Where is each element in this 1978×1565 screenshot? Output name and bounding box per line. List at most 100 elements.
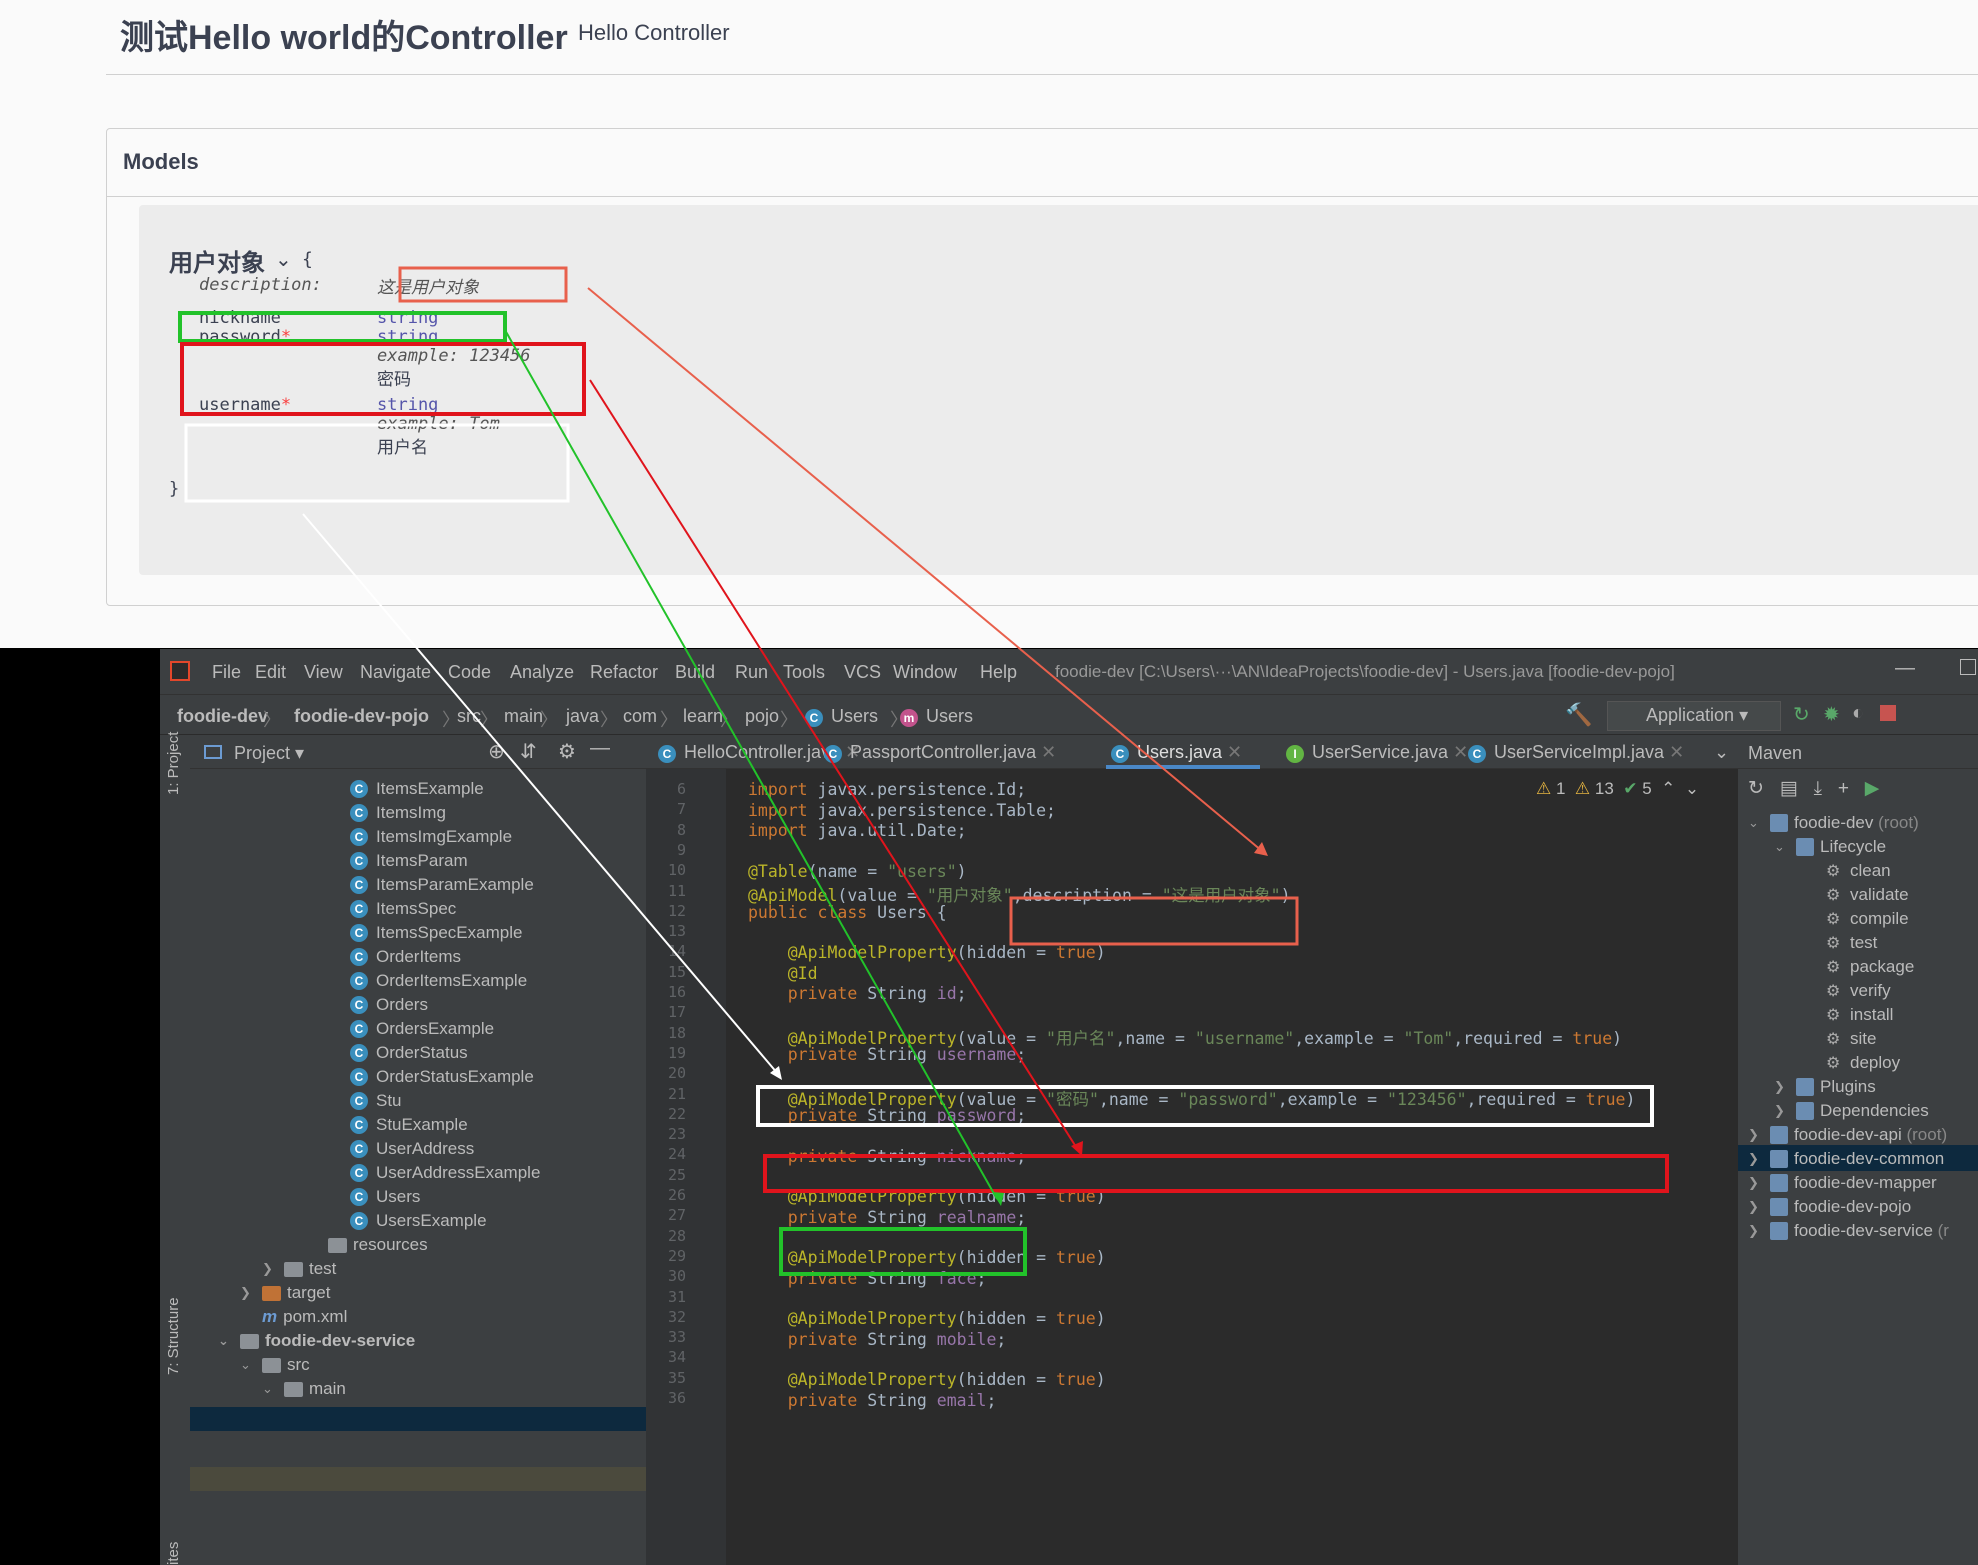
tree-item-foodie-dev-service[interactable]: ⌄ foodie-dev-service bbox=[218, 1329, 415, 1353]
generate-sources-icon[interactable]: ▤ bbox=[1780, 778, 1798, 799]
menu-window[interactable]: Window bbox=[893, 662, 957, 683]
menu-analyze[interactable]: Analyze bbox=[510, 662, 574, 683]
chevron-down-icon[interactable]: ⌄ bbox=[240, 1357, 254, 1373]
menu-refactor[interactable]: Refactor bbox=[590, 662, 658, 683]
maven-module-foodie-dev-service[interactable]: ❯ foodie-dev-service (r bbox=[1748, 1221, 1949, 1241]
tree-item-itemsspecexample[interactable]: C ItemsSpecExample bbox=[350, 921, 522, 945]
reload-icon[interactable]: ↻ bbox=[1748, 778, 1764, 799]
maven-root[interactable]: ⌄ foodie-dev (root) bbox=[1748, 813, 1919, 833]
crumb-users-member[interactable]: m Users bbox=[900, 706, 973, 727]
tree-item-itemsexample[interactable]: C ItemsExample bbox=[350, 777, 484, 801]
chevron-right-icon[interactable]: ❯ bbox=[240, 1285, 254, 1301]
run-icon[interactable]: ▶ bbox=[1865, 778, 1880, 799]
tab-users[interactable]: C Users.java ✕ bbox=[1111, 742, 1242, 763]
menu-view[interactable]: View bbox=[304, 662, 343, 683]
maven-module-foodie-dev-common[interactable]: ❯ foodie-dev-common bbox=[1748, 1149, 1949, 1169]
tree-item-orderitemsexample[interactable]: C OrderItemsExample bbox=[350, 969, 527, 993]
maven-goal-site[interactable]: ⚙ site bbox=[1826, 1029, 1876, 1049]
menu-navigate[interactable]: Navigate bbox=[360, 662, 431, 683]
tabs-overflow-icon[interactable]: ⌄ bbox=[1714, 742, 1729, 763]
tree-item-orderitems[interactable]: C OrderItems bbox=[350, 945, 461, 969]
tree-item-main[interactable]: ⌄ main bbox=[262, 1377, 346, 1401]
menu-file[interactable]: File bbox=[212, 662, 241, 683]
maven-module-foodie-dev-mapper[interactable]: ❯ foodie-dev-mapper bbox=[1748, 1173, 1941, 1193]
coverage-icon[interactable]: ◐ bbox=[1852, 702, 1864, 725]
run-config-select[interactable]: Application ▾ bbox=[1607, 701, 1781, 731]
favorites-tool-tab[interactable]: ites bbox=[165, 1542, 182, 1565]
debug-icon[interactable]: ✹ bbox=[1823, 702, 1840, 727]
crumb-src[interactable]: src bbox=[457, 706, 481, 727]
tab-passportcontroller[interactable]: C PassportController.java ✕ bbox=[824, 742, 1056, 763]
download-icon[interactable]: ⤓ bbox=[1814, 778, 1822, 799]
rerun-icon[interactable]: ↻ bbox=[1793, 702, 1810, 727]
maven-goal-clean[interactable]: ⚙ clean bbox=[1826, 861, 1891, 881]
maven-dependencies[interactable]: ❯ Dependencies bbox=[1774, 1101, 1929, 1121]
crumb-pojo[interactable]: pojo bbox=[745, 706, 779, 727]
tree-item-stuexample[interactable]: C StuExample bbox=[350, 1113, 468, 1137]
project-tool-tab[interactable]: 1: Project bbox=[165, 732, 182, 795]
inspection-widget[interactable]: ⚠ 1 ⚠ 13 ✔ 5 ⌃ ⌄ bbox=[1536, 779, 1699, 799]
tree-item-orders[interactable]: C Orders bbox=[350, 993, 428, 1017]
crumb-learn[interactable]: learn bbox=[683, 706, 723, 727]
tree-item-itemsspec[interactable]: C ItemsSpec bbox=[350, 897, 456, 921]
menu-tools[interactable]: Tools bbox=[783, 662, 825, 683]
minimize-icon[interactable]: — bbox=[1895, 657, 1915, 680]
menu-run[interactable]: Run bbox=[735, 662, 768, 683]
tree-item-test[interactable]: ❯ test bbox=[262, 1257, 336, 1281]
tab-userserviceimpl[interactable]: C UserServiceImpl.java ✕ bbox=[1468, 742, 1684, 763]
maximize-icon[interactable] bbox=[1960, 659, 1976, 675]
tree-item-usersexample[interactable]: C UsersExample bbox=[350, 1209, 487, 1233]
tree-item-resources[interactable]: resources bbox=[328, 1233, 428, 1257]
chevron-right-icon[interactable]: ❯ bbox=[262, 1261, 276, 1277]
chevron-down-icon[interactable]: ⌄ bbox=[262, 1381, 276, 1397]
maven-goal-deploy[interactable]: ⚙ deploy bbox=[1826, 1053, 1900, 1073]
locate-icon[interactable]: ⊕ bbox=[488, 739, 505, 764]
models-heading[interactable]: Models bbox=[107, 129, 1978, 197]
tree-item-users[interactable]: C Users bbox=[350, 1185, 420, 1209]
tree-item-src[interactable]: ⌄ src bbox=[240, 1353, 310, 1377]
tree-item-useraddressexample[interactable]: C UserAddressExample bbox=[350, 1161, 540, 1185]
maven-goal-package[interactable]: ⚙ package bbox=[1826, 957, 1914, 977]
gear-icon[interactable]: ⚙ bbox=[558, 739, 576, 764]
project-view-select[interactable]: Project bbox=[234, 743, 290, 763]
menu-build[interactable]: Build bbox=[675, 662, 715, 683]
menu-code[interactable]: Code bbox=[448, 662, 491, 683]
maven-goal-compile[interactable]: ⚙ compile bbox=[1826, 909, 1909, 929]
crumb-project[interactable]: foodie-dev bbox=[177, 706, 268, 727]
tree-item-stu[interactable]: C Stu bbox=[350, 1089, 402, 1113]
chevron-down-icon[interactable]: ⌄ bbox=[218, 1333, 232, 1349]
maven-module-foodie-dev-pojo[interactable]: ❯ foodie-dev-pojo bbox=[1748, 1197, 1916, 1217]
crumb-com[interactable]: com bbox=[623, 706, 657, 727]
tree-item-ordersexample[interactable]: C OrdersExample bbox=[350, 1017, 494, 1041]
build-hammer-icon[interactable]: 🔨 bbox=[1565, 702, 1592, 728]
tree-item-itemsparam[interactable]: C ItemsParam bbox=[350, 849, 468, 873]
tree-item-itemsimgexample[interactable]: C ItemsImgExample bbox=[350, 825, 512, 849]
maven-goal-verify[interactable]: ⚙ verify bbox=[1826, 981, 1891, 1001]
tree-item-target[interactable]: ❯ target bbox=[240, 1281, 330, 1305]
model-name[interactable]: 用户对象 bbox=[169, 243, 265, 278]
maven-lifecycle[interactable]: ⌄ Lifecycle bbox=[1774, 837, 1886, 857]
maven-goal-install[interactable]: ⚙ install bbox=[1826, 1005, 1893, 1025]
collapse-all-icon[interactable]: ⇵ bbox=[520, 739, 537, 764]
tree-item-orderstatus[interactable]: C OrderStatus bbox=[350, 1041, 468, 1065]
add-icon[interactable]: + bbox=[1838, 778, 1849, 799]
tree-item-useraddress[interactable]: C UserAddress bbox=[350, 1137, 474, 1161]
tab-userservice[interactable]: I UserService.java ✕ bbox=[1286, 742, 1468, 763]
structure-tool-tab[interactable]: 7: Structure bbox=[165, 1297, 182, 1375]
maven-plugins[interactable]: ❯ Plugins bbox=[1774, 1077, 1876, 1097]
menu-vcs[interactable]: VCS bbox=[844, 662, 881, 683]
menu-help[interactable]: Help bbox=[980, 662, 1017, 683]
tree-item-itemsparamexample[interactable]: C ItemsParamExample bbox=[350, 873, 534, 897]
stop-icon[interactable] bbox=[1880, 705, 1896, 721]
crumb-module[interactable]: foodie-dev-pojo bbox=[294, 706, 429, 727]
maven-goal-test[interactable]: ⚙ test bbox=[1826, 933, 1877, 953]
chevron-down-icon[interactable]: ⌄ bbox=[275, 247, 292, 272]
maven-goal-validate[interactable]: ⚙ validate bbox=[1826, 885, 1909, 905]
crumb-java[interactable]: java bbox=[566, 706, 599, 727]
tree-item-itemsimg[interactable]: C ItemsImg bbox=[350, 801, 446, 825]
crumb-main[interactable]: main bbox=[504, 706, 543, 727]
menu-edit[interactable]: Edit bbox=[255, 662, 286, 683]
tree-item-pom-xml[interactable]: m pom.xml bbox=[262, 1305, 347, 1329]
crumb-users-class[interactable]: C Users bbox=[805, 706, 878, 727]
hide-panel-icon[interactable]: — bbox=[590, 737, 610, 760]
